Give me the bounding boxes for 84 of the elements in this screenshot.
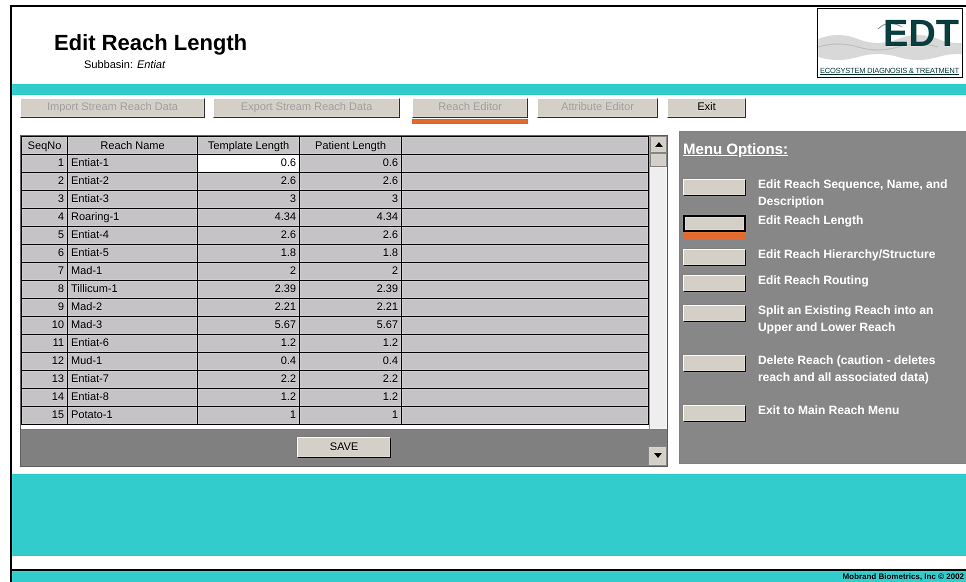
table-cell: Mad-1 — [68, 262, 198, 281]
table-cell: 1 — [300, 406, 402, 425]
table-cell: 11 — [22, 334, 68, 353]
table-cell[interactable]: 0.6 — [198, 154, 300, 173]
table-cell: 5 — [22, 226, 68, 245]
menu-option-label: Edit Reach Sequence, Name, and Description — [758, 176, 948, 210]
copyright-text: Mobrand Biometrics, Inc © 2002 — [842, 572, 965, 581]
table-cell[interactable]: 1.2 — [198, 388, 300, 407]
table-cell[interactable]: 2.39 — [198, 280, 300, 299]
table-cell: Entiat-4 — [68, 226, 198, 245]
table-cell[interactable]: 5.67 — [198, 316, 300, 335]
table-cell[interactable]: 2.2 — [198, 370, 300, 389]
table-cell: 10 — [22, 316, 68, 335]
column-header: Template Length — [198, 136, 300, 155]
table-cell: Mud-1 — [68, 352, 198, 371]
table-cell: 1.2 — [300, 388, 402, 407]
table-cell: 2.21 — [300, 298, 402, 317]
table-cell: Entiat-2 — [68, 172, 198, 191]
table-cell[interactable]: 2.6 — [198, 172, 300, 191]
table-cell: 3 — [22, 190, 68, 209]
table-cell: Mad-3 — [68, 316, 198, 335]
menu-option-label: Edit Reach Hierarchy/Structure — [758, 246, 936, 263]
table-cell: Mad-2 — [68, 298, 198, 317]
table-cell: 2.2 — [300, 370, 402, 389]
table-cell[interactable]: 2 — [198, 262, 300, 281]
table-cell: Entiat-6 — [68, 334, 198, 353]
table-cell: 1.8 — [300, 244, 402, 263]
table-cell: Entiat-5 — [68, 244, 198, 263]
table-cell: 1.2 — [300, 334, 402, 353]
table-cell: 3 — [300, 190, 402, 209]
table-cell: 2 — [300, 262, 402, 281]
table-cell: 14 — [22, 388, 68, 407]
column-header: Patient Length — [300, 136, 402, 155]
table-cell: 2 — [22, 172, 68, 191]
table-cell[interactable]: 3 — [198, 190, 300, 209]
table-cell[interactable]: 1.8 — [198, 244, 300, 263]
table-cell: 2.6 — [300, 226, 402, 245]
table-cell: Tillicum-1 — [68, 280, 198, 299]
subbasin-value: Entiat — [136, 58, 166, 72]
tab[interactable]: Exit — [667, 98, 746, 118]
column-header: Reach Name — [68, 136, 198, 155]
menu-title: Menu Options: — [683, 140, 789, 160]
save-button[interactable]: SAVE — [297, 436, 391, 458]
table-cell: 9 — [22, 298, 68, 317]
table-cell[interactable]: 2.21 — [198, 298, 300, 317]
scroll-up-icon[interactable] — [650, 136, 667, 154]
table-cell[interactable]: 2.6 — [198, 226, 300, 245]
table-cell[interactable]: 1 — [198, 406, 300, 425]
table-cell: Entiat-1 — [68, 154, 198, 173]
table-cell[interactable]: 0.4 — [198, 352, 300, 371]
table-cell: Potato-1 — [68, 406, 198, 425]
menu-option-label: Delete Reach (caution - deletes reach and all associated data) — [758, 352, 936, 386]
table-cell: 4 — [22, 208, 68, 227]
table-cell: 2.6 — [300, 172, 402, 191]
table-cell[interactable]: 1.2 — [198, 334, 300, 353]
table-cell: 2.39 — [300, 280, 402, 299]
subbasin-label: Subbasin: — [84, 58, 133, 72]
menu-option-label: Exit to Main Reach Menu — [758, 402, 900, 419]
table-cell: 8 — [22, 280, 68, 299]
scroll-thumb[interactable] — [650, 153, 667, 168]
table-cell: 1 — [22, 154, 68, 173]
table-cell: 0.6 — [300, 154, 402, 173]
logo-wordmark: EDT — [883, 15, 959, 53]
column-header: SeqNo — [22, 136, 68, 155]
table-cell: 12 — [22, 352, 68, 371]
table-cell: 6 — [22, 244, 68, 263]
table-cell: 5.67 — [300, 316, 402, 335]
table-cell: 15 — [22, 406, 68, 425]
table-cell: Entiat-7 — [68, 370, 198, 389]
table-cell: 0.4 — [300, 352, 402, 371]
scrollbar[interactable] — [649, 136, 667, 430]
menu-option-label: Edit Reach Length — [758, 212, 864, 229]
menu-option-label: Edit Reach Routing — [758, 272, 870, 289]
table-cell[interactable]: 4.34 — [198, 208, 300, 227]
table-cell: Roaring-1 — [68, 208, 198, 227]
table-cell: Entiat-8 — [68, 388, 198, 407]
menu-option-button[interactable] — [683, 214, 746, 232]
table-cell: 4.34 — [300, 208, 402, 227]
scroll-down-icon[interactable] — [648, 446, 667, 466]
page-title: Edit Reach Length — [54, 29, 248, 56]
menu-option-label: Split an Existing Reach into an Upper and Lower Reach — [758, 302, 934, 336]
table-cell: Entiat-3 — [68, 190, 198, 209]
table-cell: 7 — [22, 262, 68, 281]
table-cell: 13 — [22, 370, 68, 389]
